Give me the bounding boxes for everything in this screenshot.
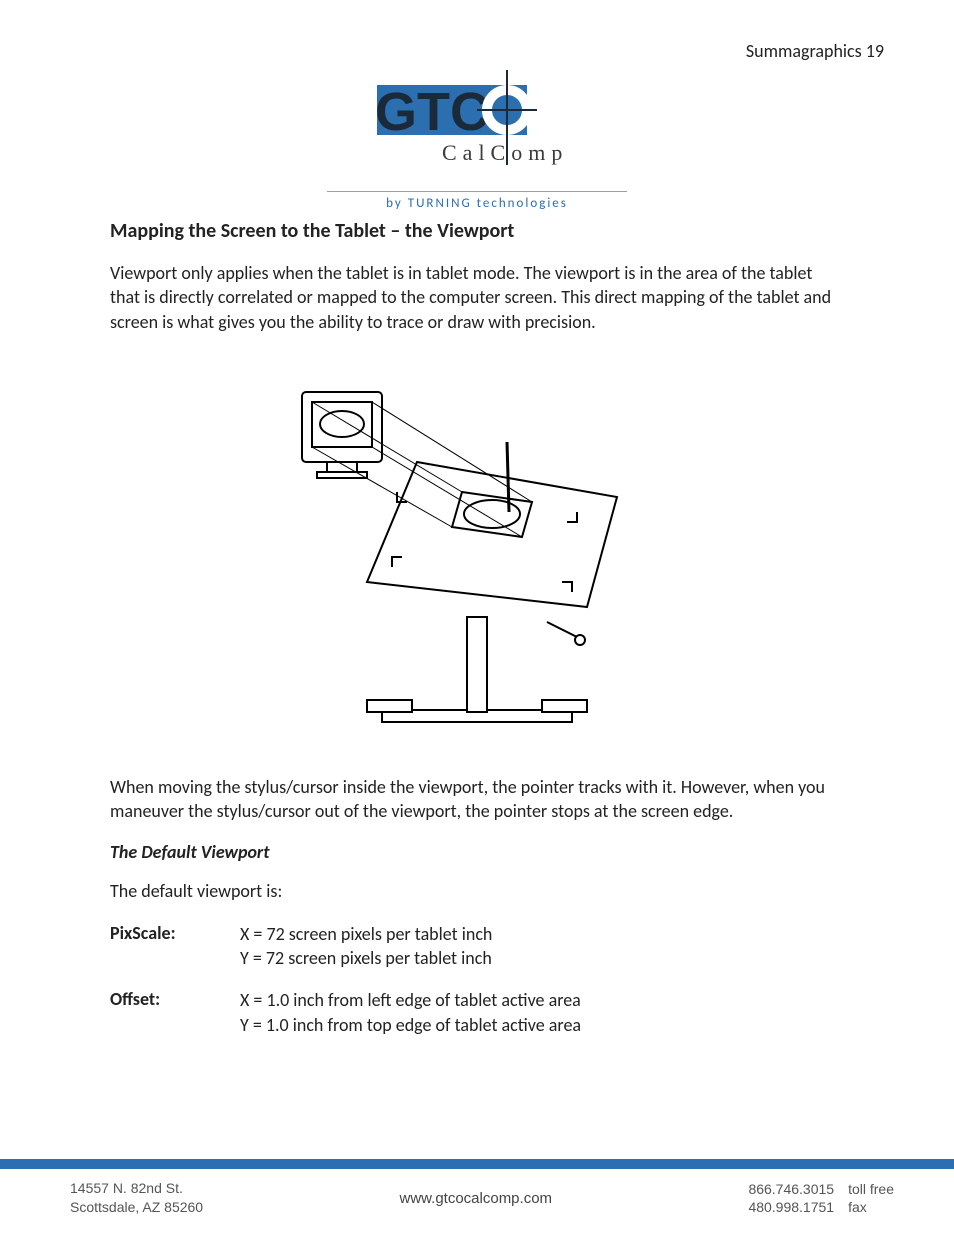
- def-row-pixscale: PixScale: X = 72 screen pixels per table…: [110, 922, 844, 971]
- svg-text:GTC: GTC: [375, 82, 489, 142]
- footer-phone-fax-label: fax: [848, 1199, 894, 1215]
- paragraph-intro: Viewport only applies when the tablet is…: [70, 261, 884, 334]
- footer-phone-tollfree: 866.746.3015: [748, 1181, 834, 1197]
- subheading-default-viewport: The Default Viewport: [70, 841, 884, 863]
- footer-address-line1: 14557 N. 82nd St.: [70, 1179, 203, 1198]
- viewport-illustration: [70, 352, 884, 757]
- section-heading: Mapping the Screen to the Tablet – the V…: [70, 219, 884, 243]
- page-footer: 14557 N. 82nd St. Scottsdale, AZ 85260 w…: [0, 1159, 954, 1235]
- company-logo: GTC CalComp by TURNING technologies: [70, 70, 884, 211]
- logo-byline: by TURNING technologies: [70, 196, 884, 211]
- offset-x: X = 1.0 inch from left edge of tablet ac…: [240, 988, 581, 1012]
- footer-address-line2: Scottsdale, AZ 85260: [70, 1198, 203, 1217]
- svg-text:CalComp: CalComp: [442, 140, 568, 165]
- paragraph-default-intro: The default viewport is:: [70, 879, 884, 903]
- footer-phone-tollfree-label: toll free: [848, 1181, 894, 1197]
- page-header-label: Summagraphics 19: [70, 40, 884, 62]
- paragraph-behavior: When moving the stylus/cursor inside the…: [70, 775, 884, 824]
- pixscale-x: X = 72 screen pixels per tablet inch: [240, 922, 492, 946]
- pixscale-y: Y = 72 screen pixels per tablet inch: [240, 946, 492, 970]
- footer-url: www.gtcocalcomp.com: [399, 1190, 552, 1207]
- offset-y: Y = 1.0 inch from top edge of tablet act…: [240, 1013, 581, 1037]
- offset-label: Offset:: [110, 988, 240, 1037]
- pixscale-label: PixScale:: [110, 922, 240, 971]
- def-row-offset: Offset: X = 1.0 inch from left edge of t…: [110, 988, 844, 1037]
- footer-phone-fax: 480.998.1751: [748, 1199, 834, 1215]
